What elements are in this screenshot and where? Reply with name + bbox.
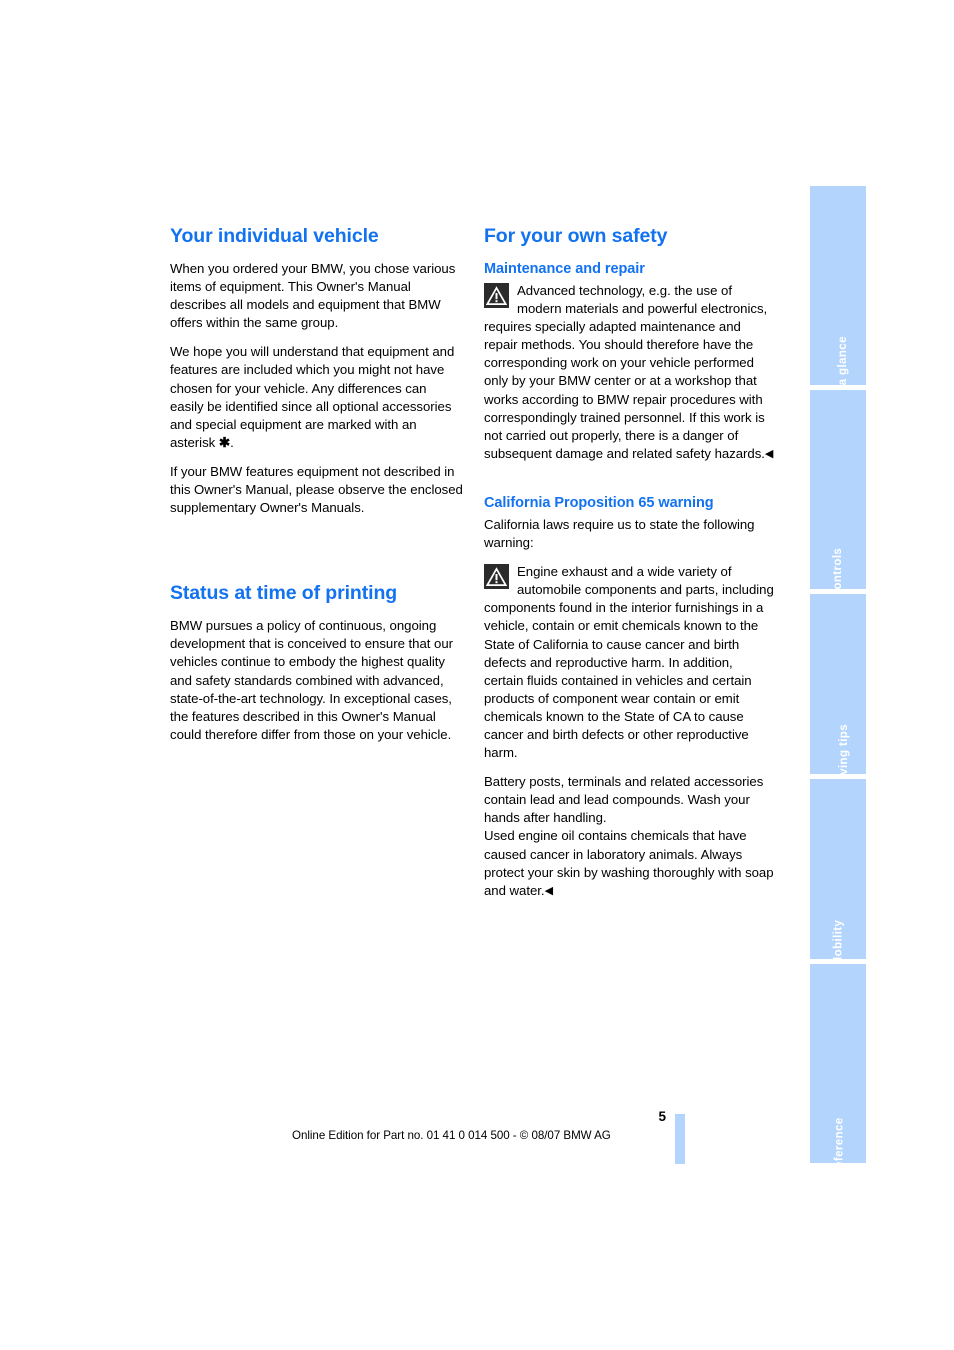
sidebar-tab-at-a-glance-label: At a glance bbox=[836, 336, 849, 385]
manual-page: Your individual vehicle When you ordered… bbox=[0, 0, 954, 1350]
warning-triangle-icon bbox=[484, 283, 509, 308]
sidebar-tab-controls[interactable]: Controls bbox=[810, 390, 866, 589]
sidebar-tab-mobility-label: Mobility bbox=[831, 919, 844, 959]
paragraph-equipment-differences-text: We hope you will understand that equipme… bbox=[170, 344, 455, 450]
end-of-section-marker: ◀ bbox=[764, 447, 774, 460]
footer-edition-notice: Online Edition for Part no. 01 41 0 014 … bbox=[292, 1129, 611, 1142]
sidebar-tab-mobility[interactable]: Mobility bbox=[810, 779, 866, 959]
left-column: Your individual vehicle When you ordered… bbox=[170, 224, 463, 755]
sidebar-tab-at-a-glance[interactable]: At a glance bbox=[810, 186, 866, 385]
paragraph-ordered-bmw: When you ordered your BMW, you chose var… bbox=[170, 261, 456, 331]
warning-california-proposition: Engine exhaust and a wide variety of aut… bbox=[484, 563, 774, 762]
warning-maintenance-and-repair: Advanced technology, e.g. the use of mod… bbox=[484, 282, 774, 463]
sidebar-tab-driving-tips-label: Driving tips bbox=[838, 723, 851, 774]
end-of-section-marker: ◀ bbox=[544, 884, 554, 897]
paragraph-ongoing-development: BMW pursues a policy of continuous, ongo… bbox=[170, 618, 453, 742]
warning-california-text: Engine exhaust and a wide variety of aut… bbox=[484, 564, 774, 761]
subheading-maintenance-and-repair: Maintenance and repair bbox=[484, 261, 645, 277]
subheading-california-proposition-65-warning: California Proposition 65 warning bbox=[484, 494, 714, 511]
asterisk-glyph: ✱ bbox=[218, 434, 231, 450]
page-title-status-at-time-of-printing: Status at time of printing bbox=[170, 582, 398, 605]
page-title-your-individual-vehicle: Your individual vehicle bbox=[170, 225, 379, 247]
paragraph-used-engine-oil-text: Used engine oil contains chemicals that … bbox=[484, 828, 774, 898]
sidebar-tab-reference-label: Reference bbox=[833, 1117, 846, 1163]
right-column: For your own safety Maintenance and repa… bbox=[484, 224, 774, 911]
page-title-for-your-own-safety: For your own safety bbox=[484, 225, 668, 247]
paragraph-equipment-differences: We hope you will understand that equipme… bbox=[170, 343, 463, 452]
paragraph-california-laws-intro: California laws require us to state the … bbox=[484, 516, 755, 551]
sidebar-tab-controls-label: Controls bbox=[831, 547, 844, 589]
warning-maintenance-text: Advanced technology, e.g. the use of mod… bbox=[484, 283, 768, 461]
page-number-accent-bar bbox=[675, 1114, 685, 1164]
page-number: 5 bbox=[658, 1109, 666, 1124]
section-tabs-sidebar: At a glance Controls Driving tips Mobili… bbox=[810, 186, 866, 1163]
warning-triangle-icon bbox=[484, 564, 509, 590]
paragraph-used-engine-oil: Used engine oil contains chemicals that … bbox=[484, 827, 774, 899]
asterisk-period: . bbox=[230, 434, 234, 450]
paragraph-supplementary-manuals: If your BMW features equipment not descr… bbox=[170, 463, 463, 516]
paragraph-battery-posts: Battery posts, terminals and related acc… bbox=[484, 774, 764, 826]
sidebar-tab-driving-tips[interactable]: Driving tips bbox=[810, 594, 866, 774]
sidebar-tab-reference[interactable]: Reference bbox=[810, 964, 866, 1163]
